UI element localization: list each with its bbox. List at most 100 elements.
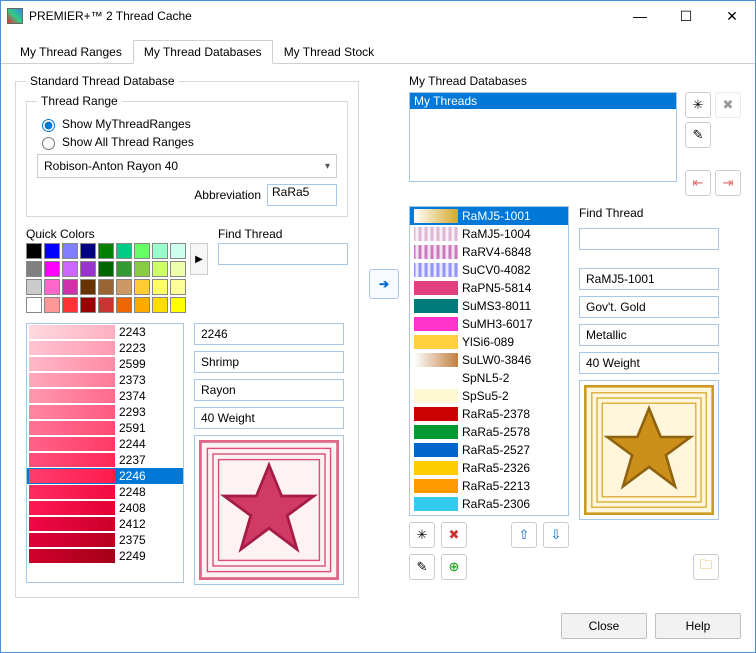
color-swatch[interactable]: [152, 261, 168, 277]
new-database-button[interactable]: ✳: [685, 92, 711, 118]
tab-my-thread-databases[interactable]: My Thread Databases: [133, 40, 273, 64]
maximize-button[interactable]: ☐: [663, 1, 709, 31]
database-list-item[interactable]: My Threads: [410, 93, 676, 109]
color-swatch[interactable]: [170, 279, 186, 295]
quick-colors-more-button[interactable]: ▶: [190, 243, 208, 275]
thread-list-item[interactable]: 2373: [27, 372, 183, 388]
db-thread-item[interactable]: RaRa5-2378: [410, 405, 568, 423]
color-swatch[interactable]: [170, 297, 186, 313]
color-swatch[interactable]: [98, 297, 114, 313]
duplicate-thread-button[interactable]: ⊕: [441, 554, 467, 580]
color-swatch[interactable]: [44, 297, 60, 313]
thread-list-item[interactable]: 2293: [27, 404, 183, 420]
color-swatch[interactable]: [116, 279, 132, 295]
db-thread-item[interactable]: SuCV0-4082: [410, 261, 568, 279]
thread-list-item[interactable]: 2375: [27, 532, 183, 548]
thread-list-item[interactable]: 2591: [27, 420, 183, 436]
color-swatch[interactable]: [98, 261, 114, 277]
thread-list-item[interactable]: 2374: [27, 388, 183, 404]
edit-thread-button[interactable]: ✎: [409, 554, 435, 580]
color-swatch[interactable]: [26, 279, 42, 295]
color-swatch[interactable]: [26, 261, 42, 277]
import-db-button[interactable]: ⇤: [685, 170, 711, 196]
color-swatch[interactable]: [170, 261, 186, 277]
standard-thread-list[interactable]: 2243222325992373237422932591224422372246…: [26, 323, 184, 583]
transfer-right-button[interactable]: ➔: [369, 269, 399, 299]
db-thread-item[interactable]: RaRa5-2326: [410, 459, 568, 477]
color-swatch[interactable]: [62, 243, 78, 259]
thread-list-item[interactable]: 2237: [27, 452, 183, 468]
db-thread-item[interactable]: RaRa5-2527: [410, 441, 568, 459]
thread-list-item[interactable]: 2223: [27, 340, 183, 356]
color-swatch[interactable]: [152, 243, 168, 259]
thread-list-item[interactable]: 2412: [27, 516, 183, 532]
radio-all-input[interactable]: [42, 137, 55, 150]
tab-my-thread-stock[interactable]: My Thread Stock: [273, 40, 385, 64]
database-listbox[interactable]: My Threads: [409, 92, 677, 182]
minimize-button[interactable]: —: [617, 1, 663, 31]
color-swatch[interactable]: [152, 297, 168, 313]
new-thread-button[interactable]: ✳: [409, 522, 435, 548]
color-swatch[interactable]: [98, 243, 114, 259]
help-button[interactable]: Help: [655, 613, 741, 639]
color-swatch[interactable]: [44, 243, 60, 259]
db-thread-item[interactable]: RaRV4-6848: [410, 243, 568, 261]
color-swatch[interactable]: [80, 279, 96, 295]
color-swatch[interactable]: [44, 261, 60, 277]
color-swatch[interactable]: [26, 243, 42, 259]
db-thread-item[interactable]: RaRa5-2306: [410, 495, 568, 513]
db-thread-item[interactable]: SuMH3-6017: [410, 315, 568, 333]
color-swatch[interactable]: [44, 279, 60, 295]
find-thread-right-input[interactable]: [579, 228, 719, 250]
close-button[interactable]: ✕: [709, 1, 755, 31]
color-swatch[interactable]: [134, 243, 150, 259]
db-thread-item[interactable]: RaMJ5-1004: [410, 225, 568, 243]
db-thread-item[interactable]: RaPN5-5814: [410, 279, 568, 297]
color-swatch[interactable]: [80, 243, 96, 259]
color-swatch[interactable]: [62, 279, 78, 295]
thread-list-item[interactable]: 2243: [27, 324, 183, 340]
db-thread-item[interactable]: YlSi6-089: [410, 333, 568, 351]
color-swatch[interactable]: [80, 297, 96, 313]
find-thread-left-input[interactable]: [218, 243, 348, 265]
move-up-button[interactable]: ⇧: [511, 522, 537, 548]
tab-my-thread-ranges[interactable]: My Thread Ranges: [9, 40, 133, 64]
color-swatch[interactable]: [116, 297, 132, 313]
color-swatch[interactable]: [170, 243, 186, 259]
close-dialog-button[interactable]: Close: [561, 613, 647, 639]
color-swatch[interactable]: [26, 297, 42, 313]
color-swatch[interactable]: [62, 261, 78, 277]
export-db-button[interactable]: ⇥: [715, 170, 741, 196]
db-thread-item[interactable]: SpSu5-2: [410, 387, 568, 405]
color-swatch[interactable]: [134, 297, 150, 313]
delete-thread-button[interactable]: ✖: [441, 522, 467, 548]
color-swatch[interactable]: [98, 279, 114, 295]
delete-database-button[interactable]: ✖: [715, 92, 741, 118]
db-thread-item[interactable]: RaMJ5-1001: [410, 207, 568, 225]
color-swatch[interactable]: [116, 243, 132, 259]
radio-show-my-ranges[interactable]: Show MyThreadRanges: [37, 116, 337, 132]
open-folder-button[interactable]: 🗀: [693, 554, 719, 580]
thread-list-item[interactable]: 2599: [27, 356, 183, 372]
db-thread-item[interactable]: SuLW0-3846: [410, 351, 568, 369]
db-thread-item[interactable]: SpNL5-2: [410, 369, 568, 387]
move-down-button[interactable]: ⇩: [543, 522, 569, 548]
color-swatch[interactable]: [134, 261, 150, 277]
thread-list-item[interactable]: 2248: [27, 484, 183, 500]
color-swatch[interactable]: [134, 279, 150, 295]
thread-list-item[interactable]: 2408: [27, 500, 183, 516]
edit-database-button[interactable]: ✎: [685, 122, 711, 148]
thread-list-item[interactable]: 2249: [27, 548, 183, 564]
db-thread-item[interactable]: RaRa5-2578: [410, 423, 568, 441]
db-thread-list[interactable]: RaMJ5-1001RaMJ5-1004RaRV4-6848SuCV0-4082…: [409, 206, 569, 516]
thread-range-combo[interactable]: Robison-Anton Rayon 40 ▾: [37, 154, 337, 178]
color-swatch[interactable]: [116, 261, 132, 277]
abbreviation-field[interactable]: RaRa5: [267, 184, 337, 206]
radio-show-all-ranges[interactable]: Show All Thread Ranges: [37, 134, 337, 150]
thread-list-item[interactable]: 2246: [27, 468, 183, 484]
thread-list-item[interactable]: 2244: [27, 436, 183, 452]
color-swatch[interactable]: [80, 261, 96, 277]
db-thread-item[interactable]: RaRa5-2213: [410, 477, 568, 495]
radio-my-input[interactable]: [42, 119, 55, 132]
color-swatch[interactable]: [62, 297, 78, 313]
